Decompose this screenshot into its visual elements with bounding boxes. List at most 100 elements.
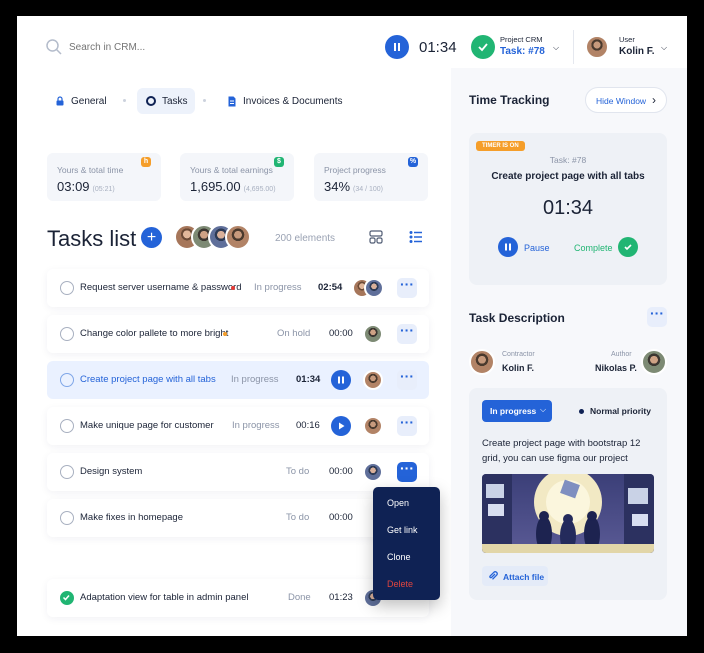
header-timer: 01:34 xyxy=(419,39,457,56)
header-divider xyxy=(573,30,574,64)
user-name[interactable]: Kolin F. xyxy=(619,46,655,57)
user-dropdown-icon[interactable]: ⌵ xyxy=(661,43,667,53)
paperclip-icon xyxy=(489,571,498,580)
task-name: Adaptation view for table in admin panel xyxy=(80,592,249,603)
task-time: 00:00 xyxy=(329,328,353,339)
attachment-image[interactable] xyxy=(482,474,654,553)
stat-earnings-total: (4,695.00) xyxy=(243,186,276,193)
hide-window-label: Hide Window xyxy=(596,96,647,106)
stat-earnings-label: Yours & total earnings xyxy=(190,165,273,175)
list-view-icon[interactable] xyxy=(409,230,423,249)
menu-item-get-link[interactable]: Get link xyxy=(387,525,418,535)
task-checkbox[interactable] xyxy=(60,327,74,341)
task-checkbox[interactable] xyxy=(60,281,74,295)
play-task-button[interactable] xyxy=(331,416,351,436)
status-dot xyxy=(231,286,235,290)
user-label: User xyxy=(619,35,635,44)
grid-view-icon[interactable] xyxy=(369,230,383,249)
tasks-count: 200 elements xyxy=(275,233,336,244)
task-row[interactable]: Change color pallete to more bright On h… xyxy=(47,315,429,353)
priority-dot xyxy=(579,409,584,414)
more-options-button[interactable]: ··· xyxy=(397,369,417,390)
task-checkbox-checked[interactable] xyxy=(60,591,74,605)
task-name: Make fixes in homepage xyxy=(80,512,183,523)
task-name: Request server username & password xyxy=(80,282,242,293)
stat-progress-value: 34% (34 / 100) xyxy=(324,179,383,194)
task-checkbox[interactable] xyxy=(60,373,74,387)
menu-item-open[interactable]: Open xyxy=(387,498,409,508)
pause-timer-button[interactable] xyxy=(385,35,409,59)
attach-file-label: Attach file xyxy=(503,572,545,582)
complete-label[interactable]: Complete xyxy=(574,243,613,253)
stat-time-value: 03:09 (05:21) xyxy=(57,179,115,194)
assignee-avatar[interactable] xyxy=(363,370,383,390)
task-time: 00:00 xyxy=(329,466,353,477)
task-row[interactable]: Design system To do 00:00 ··· xyxy=(47,453,429,491)
more-options-button[interactable]: ··· xyxy=(397,277,417,298)
tab-tasks[interactable]: Tasks xyxy=(137,88,195,114)
add-task-button[interactable]: + xyxy=(141,227,162,248)
timer-task-number: Task: #78 xyxy=(549,155,587,165)
task-row[interactable]: Adaptation view for table in admin panel… xyxy=(47,579,429,617)
author-avatar[interactable] xyxy=(641,349,667,375)
attach-file-button[interactable]: Attach file xyxy=(482,566,548,586)
tab-general[interactable]: General xyxy=(47,88,119,114)
status-dot xyxy=(223,332,227,336)
pause-button[interactable] xyxy=(498,237,518,257)
task-status: On hold xyxy=(277,328,311,339)
timer-card: TIMER IS ON Task: #78 Create project pag… xyxy=(469,133,667,285)
context-menu: Open Get link Clone Delete xyxy=(373,487,440,600)
member-avatar[interactable] xyxy=(225,224,251,250)
search-icon[interactable] xyxy=(45,38,63,56)
project-task[interactable]: Task: #78 xyxy=(500,46,545,57)
more-options-button[interactable]: ··· xyxy=(397,323,417,344)
tab-separator xyxy=(123,99,126,102)
description-text: Create project page with bootstrap 12 gr… xyxy=(482,438,641,464)
task-row[interactable]: Make unique page for customer In progres… xyxy=(47,407,429,445)
task-status: To do xyxy=(286,512,310,523)
percent-badge-icon: % xyxy=(408,157,418,167)
time-tracking-title: Time Tracking xyxy=(469,93,550,107)
tab-invoices-documents[interactable]: Invoices & Documents xyxy=(217,88,353,114)
task-description-more-button[interactable]: ··· xyxy=(647,306,667,327)
assignee-avatar[interactable] xyxy=(363,324,383,344)
pause-icon xyxy=(505,243,511,251)
pause-task-button[interactable] xyxy=(331,370,351,390)
contractor-label: Contractor xyxy=(502,351,535,358)
task-row[interactable]: Request server username & password In pr… xyxy=(47,269,429,307)
task-status: In progress xyxy=(254,282,302,293)
project-dropdown-icon[interactable]: ⌵ xyxy=(553,43,559,53)
more-options-button[interactable]: ··· xyxy=(397,415,417,436)
tab-separator xyxy=(203,99,206,102)
pause-label[interactable]: Pause xyxy=(524,243,550,253)
tab-general-label: General xyxy=(71,95,107,107)
contractor-avatar[interactable] xyxy=(469,349,495,375)
assignee-avatar[interactable] xyxy=(363,462,383,482)
status-dropdown[interactable]: In progress ⌵ xyxy=(482,400,552,422)
task-row-active[interactable]: Create project page with all tabs In pro… xyxy=(47,361,429,399)
more-options-button-open[interactable]: ··· xyxy=(397,461,417,482)
hide-window-button[interactable]: Hide Window › xyxy=(585,87,667,113)
task-complete-icon[interactable] xyxy=(471,35,495,59)
assignee-avatar[interactable] xyxy=(363,416,383,436)
complete-button[interactable] xyxy=(618,237,638,257)
stat-earnings-value: 1,695.00 (4,695.00) xyxy=(190,179,276,194)
task-time: 02:54 xyxy=(318,282,343,293)
task-checkbox[interactable] xyxy=(60,511,74,525)
task-description-title: Task Description xyxy=(469,311,565,325)
author-label: Author xyxy=(611,351,632,358)
pause-icon xyxy=(394,43,400,51)
assignee-avatar[interactable] xyxy=(364,278,384,298)
contractor-name: Kolin F. xyxy=(502,363,534,373)
chevron-down-icon: ⌵ xyxy=(540,405,547,414)
task-checkbox[interactable] xyxy=(60,419,74,433)
search-input[interactable] xyxy=(69,38,249,56)
menu-item-delete[interactable]: Delete xyxy=(387,579,413,589)
stat-time-total: (05:21) xyxy=(92,186,115,193)
stat-progress: Project progress 34% (34 / 100) % xyxy=(314,153,428,201)
task-row[interactable]: Make fixes in homepage To do 00:00 xyxy=(47,499,429,537)
task-name: Create project page with all tabs xyxy=(80,374,216,385)
task-checkbox[interactable] xyxy=(60,465,74,479)
menu-item-clone[interactable]: Clone xyxy=(387,552,411,562)
user-avatar[interactable] xyxy=(585,35,609,59)
